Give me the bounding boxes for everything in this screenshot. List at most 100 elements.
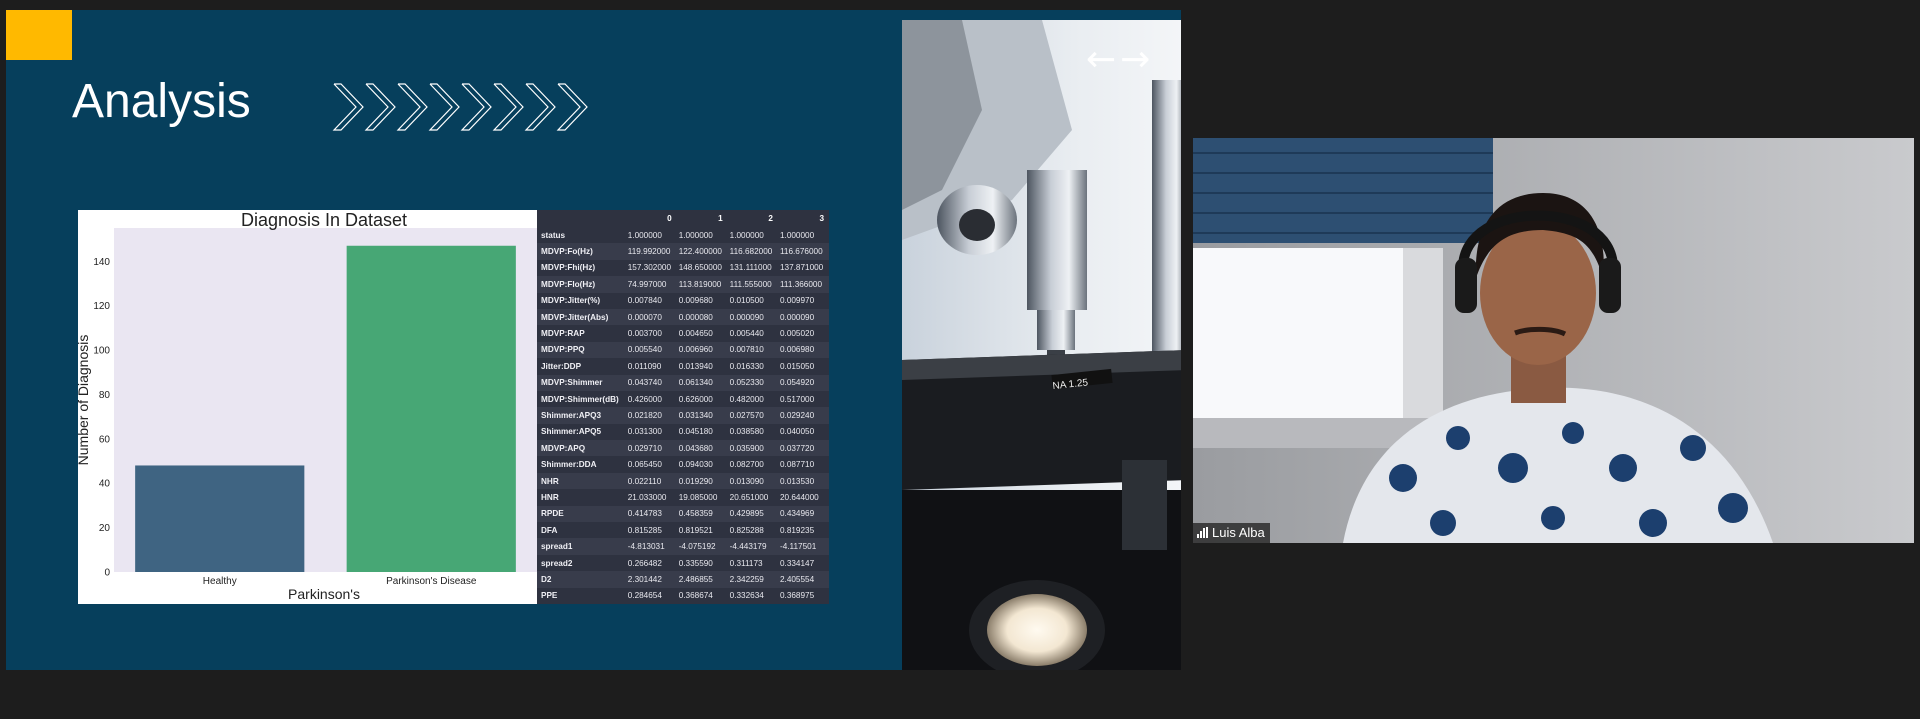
- table-cell: 0.482000: [729, 394, 764, 404]
- table-cell: 0.013530: [777, 472, 829, 490]
- table-row-label: MDVP:APQ: [537, 440, 626, 457]
- table-cell: 1.000000: [678, 230, 713, 240]
- table-cell: 0.332634: [729, 591, 764, 601]
- table-cell: 0.004650: [678, 329, 713, 339]
- diagnosis-bar-chart: Diagnosis In Dataset Number of Diagnosis…: [78, 210, 537, 604]
- table-row-label: MDVP:Fo(Hz): [537, 243, 626, 260]
- bar-0: [135, 465, 305, 572]
- table-cell: 0.087710: [779, 460, 815, 470]
- x-tick-label: Healthy: [203, 576, 237, 587]
- table-cell: -4.075192: [676, 538, 728, 555]
- table-cell: 119.992000: [625, 243, 677, 260]
- table-cell: 0.003700: [627, 329, 662, 339]
- presentation-slide: Analysis Diagnosis In Dataset Number of …: [6, 10, 1181, 670]
- table-cell: 20.644000: [779, 492, 819, 502]
- table-cell: 113.819000: [676, 276, 728, 293]
- table-row-label: MDVP:PPQ: [537, 341, 626, 359]
- table-cell: 0.009680: [678, 296, 713, 306]
- table-row-label: PPE: [541, 591, 558, 601]
- table-cell: 0.007810: [727, 341, 778, 359]
- chart-x-axis-label: Parkinson's: [288, 586, 360, 602]
- table-row-label: HNR: [541, 492, 559, 502]
- table-cell: 0.015050: [779, 361, 815, 371]
- table-cell: 0.010500: [729, 296, 764, 306]
- table-cell: 0.284654: [627, 591, 662, 601]
- table-column-header: 2: [768, 214, 773, 223]
- table-cell: 0.022110: [625, 472, 677, 490]
- table-row: MDVP:Shimmer(dB) 0.426000 0.626000 0.482000…: [537, 391, 829, 407]
- table-cell: 0.006960: [676, 341, 728, 359]
- table-row: MDVP:PPQ 0.005540 0.006960 0.007810 0.006980: [537, 341, 829, 359]
- table-row-label: MDVP:Flo(Hz): [537, 276, 626, 293]
- arrow-right-icon[interactable]: →: [1120, 42, 1150, 78]
- table-row: Shimmer:APQ5 0.031300 0.045180 0.038580 0.04…: [537, 424, 829, 440]
- table-cell: 2.342259: [727, 571, 778, 588]
- table-row-label: Shimmer:APQ3: [537, 407, 626, 424]
- table-row-label: MDVP:Jitter(%): [541, 296, 601, 306]
- table-cell: 0.043740: [625, 374, 677, 391]
- table-row-label: MDVP:Fhi(Hz): [541, 263, 596, 273]
- table-cell: 0.429895: [727, 505, 778, 523]
- y-tick-label: 20: [99, 523, 111, 534]
- table-cell: 131.111000: [729, 263, 772, 273]
- table-cell: 0.061340: [676, 374, 728, 391]
- table-cell: 0.517000: [779, 394, 815, 404]
- table-cell: 0.458359: [676, 505, 728, 523]
- table-cell: 0.031300: [627, 427, 662, 437]
- table-cell: 0.040050: [779, 427, 815, 437]
- table-cell: 0.019290: [676, 472, 728, 490]
- table-cell: 0.815285: [627, 525, 662, 535]
- table-cell: 0.825288: [729, 525, 764, 535]
- table-cell: 2.405554: [777, 571, 829, 588]
- data-table: 0 1 2 3 status 1.000000 1.000000 1.000000 1.000…: [537, 210, 829, 604]
- table-row: Shimmer:APQ3 0.021820 0.031340 0.027570 0.02…: [537, 407, 829, 424]
- table-row: MDVP:Jitter(%) 0.007840 0.009680 0.010500 0.…: [537, 293, 829, 309]
- table-cell: 1.000000: [779, 230, 815, 240]
- table-row-label: Jitter:DDP: [541, 361, 582, 371]
- table-row-label: DFA: [541, 525, 558, 535]
- table-cell: 0.414783: [625, 505, 677, 523]
- table-cell: 19.085000: [678, 492, 718, 502]
- table-cell: 0.000090: [777, 308, 829, 326]
- participant-name: Luis Alba: [1212, 525, 1265, 540]
- table-cell: 2.301442: [625, 571, 677, 588]
- table-cell: 0.045180: [678, 427, 713, 437]
- table-cell: 0.426000: [627, 394, 662, 404]
- slide-title: Analysis: [72, 75, 251, 128]
- table-row: RPDE 0.414783 0.458359 0.429895 0.434969: [537, 505, 829, 523]
- table-row-label: Shimmer:DDA: [541, 460, 597, 470]
- table-row: MDVP:Jitter(Abs) 0.000070 0.000080 0.000090…: [537, 308, 829, 326]
- table-column-header: [537, 210, 626, 227]
- table-cell: -4.443179: [727, 538, 778, 555]
- table-row-label: MDVP:Shimmer: [537, 374, 626, 391]
- table-row-label: Shimmer:APQ5: [541, 427, 602, 437]
- arrow-left-icon[interactable]: ←: [1086, 42, 1116, 78]
- table-cell: 1.000000: [627, 230, 662, 240]
- table-column-header: 1: [718, 214, 723, 223]
- table-cell: 0.013940: [678, 361, 713, 371]
- table-cell: 0.009970: [779, 296, 815, 306]
- table-cell: 0.054920: [777, 374, 829, 391]
- table-cell: 21.033000: [627, 492, 667, 502]
- data-table-panel: 0 1 2 3 status 1.000000 1.000000 1.000000 1.000…: [537, 210, 829, 604]
- table-header-row: 0 1 2 3: [537, 210, 829, 227]
- table-cell: 148.650000: [678, 263, 722, 273]
- table-cell: 0.819521: [678, 525, 713, 535]
- table-cell: 0.021820: [625, 407, 677, 424]
- table-row: NHR 0.022110 0.019290 0.013090 0.013530: [537, 472, 829, 490]
- table-cell: 157.302000: [627, 263, 672, 273]
- table-row: MDVP:Fhi(Hz) 157.302000 148.650000 131.1110…: [537, 260, 829, 276]
- y-tick-label: 0: [104, 568, 110, 579]
- table-cell: 0.006980: [777, 341, 829, 359]
- table-row: Jitter:DDP 0.011090 0.013940 0.016330 0.0150…: [537, 358, 829, 374]
- table-row: MDVP:APQ 0.029710 0.043680 0.035900 0.037720: [537, 440, 829, 457]
- table-cell: 2.486855: [676, 571, 728, 588]
- table-row-label: MDVP:Jitter(Abs): [537, 308, 626, 326]
- table-cell: 0.082700: [729, 460, 764, 470]
- table-cell: 0.043680: [676, 440, 728, 457]
- table-cell: 0.000090: [727, 308, 778, 326]
- slide-navigation: ← →: [1086, 42, 1150, 78]
- y-tick-label: 100: [93, 346, 110, 357]
- participant-video-tile[interactable]: Luis Alba: [1193, 138, 1914, 543]
- table-row: MDVP:RAP 0.003700 0.004650 0.005440 0.005020: [537, 325, 829, 341]
